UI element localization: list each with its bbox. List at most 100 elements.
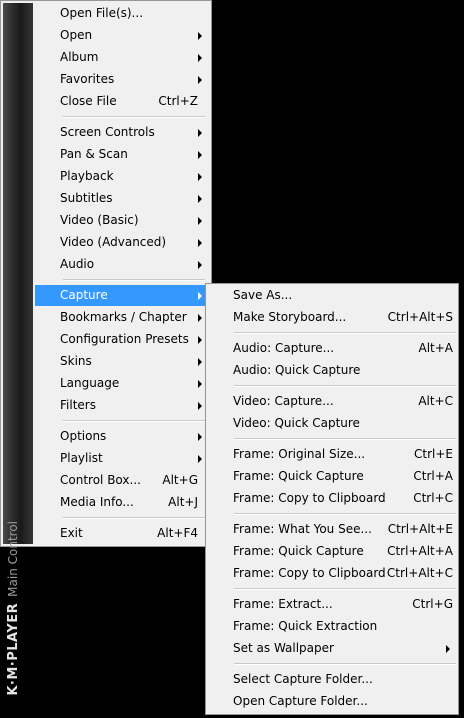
menu-item-shortcut: Ctrl+Alt+A	[387, 544, 453, 558]
menu-item-label: Media Info...	[60, 495, 134, 509]
menu-item-shortcut: Alt+F4	[157, 526, 198, 540]
menu-item-shortcut: Ctrl+E	[414, 447, 453, 461]
submenu-arrow-icon	[198, 358, 202, 366]
capture-menu-item-audio-quick-capture[interactable]: Audio: Quick Capture	[209, 360, 455, 381]
main-menu-item-exit[interactable]: Exit Alt+F4	[35, 523, 207, 544]
main-menu-item-playlist[interactable]: Playlist	[35, 448, 207, 469]
menu-item-label: Frame: What You See...	[233, 522, 372, 536]
menu-item-label: Album	[60, 50, 99, 64]
submenu-arrow-icon	[198, 129, 202, 137]
menu-item-label: Screen Controls	[60, 125, 155, 139]
capture-menu-item-video-capture[interactable]: Video: Capture... Alt+C	[209, 391, 455, 412]
main-menu-item-playback[interactable]: Playback	[35, 166, 207, 187]
menu-item-label: Open File(s)...	[60, 6, 144, 20]
menu-item-shortcut: Alt+G	[162, 473, 198, 487]
menu-separator	[63, 420, 205, 422]
menu-item-label: Audio: Quick Capture	[233, 363, 361, 377]
menu-item-label: Pan & Scan	[60, 147, 128, 161]
menu-item-label: Frame: Quick Capture	[233, 469, 364, 483]
menu-item-label: Exit	[60, 526, 83, 540]
capture-menu-item-frame-quick-capture[interactable]: Frame: Quick Capture Ctrl+A	[209, 466, 455, 487]
menu-item-label: Configuration Presets	[60, 332, 189, 346]
capture-menu-item-frame-what-you-see[interactable]: Frame: What You See... Ctrl+Alt+E	[209, 519, 455, 540]
submenu-arrow-icon	[198, 239, 202, 247]
capture-menu-item-save-as[interactable]: Save As...	[209, 285, 455, 306]
menu-item-label: Frame: Original Size...	[233, 447, 366, 461]
menu-item-label: Favorites	[60, 72, 115, 86]
capture-menu-item-audio-capture[interactable]: Audio: Capture... Alt+A	[209, 338, 455, 359]
menu-item-label: Video: Capture...	[233, 394, 334, 408]
menu-item-label: Capture	[60, 288, 108, 302]
submenu-arrow-icon	[198, 336, 202, 344]
submenu-arrow-icon	[198, 380, 202, 388]
main-menu-item-video-basic[interactable]: Video (Basic)	[35, 210, 207, 231]
capture-menu-item-frame-quick-capture[interactable]: Frame: Quick Capture Ctrl+Alt+A	[209, 541, 455, 562]
capture-menu-item-frame-extract[interactable]: Frame: Extract... Ctrl+G	[209, 594, 455, 615]
main-menu-item-album[interactable]: Album	[35, 47, 207, 68]
main-menu-item-open[interactable]: Open	[35, 25, 207, 46]
main-menu-item-video-advanced[interactable]: Video (Advanced)	[35, 232, 207, 253]
menu-item-label: Save As...	[233, 288, 293, 302]
menu-separator	[63, 517, 205, 519]
menu-item-label: Make Storyboard...	[233, 310, 347, 324]
main-menu-item-bookmarks-chapter[interactable]: Bookmarks / Chapter	[35, 307, 207, 328]
submenu-arrow-icon	[198, 54, 202, 62]
capture-menu-item-frame-quick-extraction[interactable]: Frame: Quick Extraction	[209, 616, 455, 637]
main-menu-item-subtitles[interactable]: Subtitles	[35, 188, 207, 209]
menu-item-shortcut: Ctrl+Alt+E	[387, 522, 453, 536]
main-menu-item-open-file-s[interactable]: Open File(s)...	[35, 3, 207, 24]
menu-item-label: Frame: Copy to Clipboard	[233, 566, 386, 580]
main-menu-item-close-file[interactable]: Close File Ctrl+Z	[35, 91, 207, 112]
brand-subtitle: Main Control	[6, 521, 20, 597]
menu-item-label: Control Box...	[60, 473, 141, 487]
main-menu-item-filters[interactable]: Filters	[35, 395, 207, 416]
menu-separator	[234, 332, 456, 334]
menu-item-label: Playback	[60, 169, 114, 183]
main-menu-item-capture[interactable]: Capture	[35, 285, 207, 306]
main-menu-item-configuration-presets[interactable]: Configuration Presets	[35, 329, 207, 350]
main-menu-item-pan-scan[interactable]: Pan & Scan	[35, 144, 207, 165]
menu-separator	[63, 279, 205, 281]
capture-menu-item-frame-original-size[interactable]: Frame: Original Size... Ctrl+E	[209, 444, 455, 465]
submenu-arrow-icon	[198, 292, 202, 300]
menu-item-shortcut: Ctrl+G	[412, 597, 453, 611]
menu-item-shortcut: Ctrl+Alt+C	[386, 566, 453, 580]
capture-menu-item-make-storyboard[interactable]: Make Storyboard... Ctrl+Alt+S	[209, 307, 455, 328]
main-menu-item-skins[interactable]: Skins	[35, 351, 207, 372]
main-menu-item-screen-controls[interactable]: Screen Controls	[35, 122, 207, 143]
main-menu-item-language[interactable]: Language	[35, 373, 207, 394]
menu-item-label: Filters	[60, 398, 96, 412]
capture-menu-item-select-capture-folder[interactable]: Select Capture Folder...	[209, 669, 455, 690]
menu-item-label: Frame: Extract...	[233, 597, 333, 611]
menu-item-label: Options	[60, 429, 107, 443]
brand-logo: K·M·PLAYER Main Control	[6, 521, 21, 696]
main-menu-item-control-box[interactable]: Control Box... Alt+G	[35, 470, 207, 491]
submenu-arrow-icon	[198, 76, 202, 84]
menu-separator	[234, 663, 456, 665]
submenu-arrow-icon	[198, 151, 202, 159]
main-menu-item-options[interactable]: Options	[35, 426, 207, 447]
menu-item-label: Frame: Quick Capture	[233, 544, 364, 558]
submenu-arrow-icon	[198, 173, 202, 181]
menu-separator	[234, 513, 456, 515]
menu-item-label: Open Capture Folder...	[233, 694, 368, 708]
capture-menu-item-frame-copy-to-clipboard[interactable]: Frame: Copy to Clipboard Ctrl+C	[209, 488, 455, 509]
main-menu-item-favorites[interactable]: Favorites	[35, 69, 207, 90]
submenu-arrow-icon	[198, 314, 202, 322]
menu-item-label: Close File	[60, 94, 117, 108]
capture-menu-item-video-quick-capture[interactable]: Video: Quick Capture	[209, 413, 455, 434]
capture-menu-item-frame-copy-to-clipboard[interactable]: Frame: Copy to Clipboard Ctrl+Alt+C	[209, 563, 455, 584]
menu-item-label: Video: Quick Capture	[233, 416, 360, 430]
main-menu-item-media-info[interactable]: Media Info... Alt+J	[35, 492, 207, 513]
main-menu-item-audio[interactable]: Audio	[35, 254, 207, 275]
main-context-menu: K·M·PLAYER Main Control Open File(s)... Op…	[0, 0, 212, 696]
menu-item-label: Subtitles	[60, 191, 113, 205]
capture-menu-item-open-capture-folder[interactable]: Open Capture Folder...	[209, 691, 455, 712]
menu-item-label: Playlist	[60, 451, 103, 465]
menu-item-shortcut: Ctrl+A	[413, 469, 453, 483]
menu-item-label: Video (Advanced)	[60, 235, 167, 249]
capture-menu-item-set-as-wallpaper[interactable]: Set as Wallpaper	[209, 638, 455, 659]
submenu-arrow-icon	[198, 217, 202, 225]
menu-separator	[234, 385, 456, 387]
menu-item-shortcut: Ctrl+C	[413, 491, 453, 505]
